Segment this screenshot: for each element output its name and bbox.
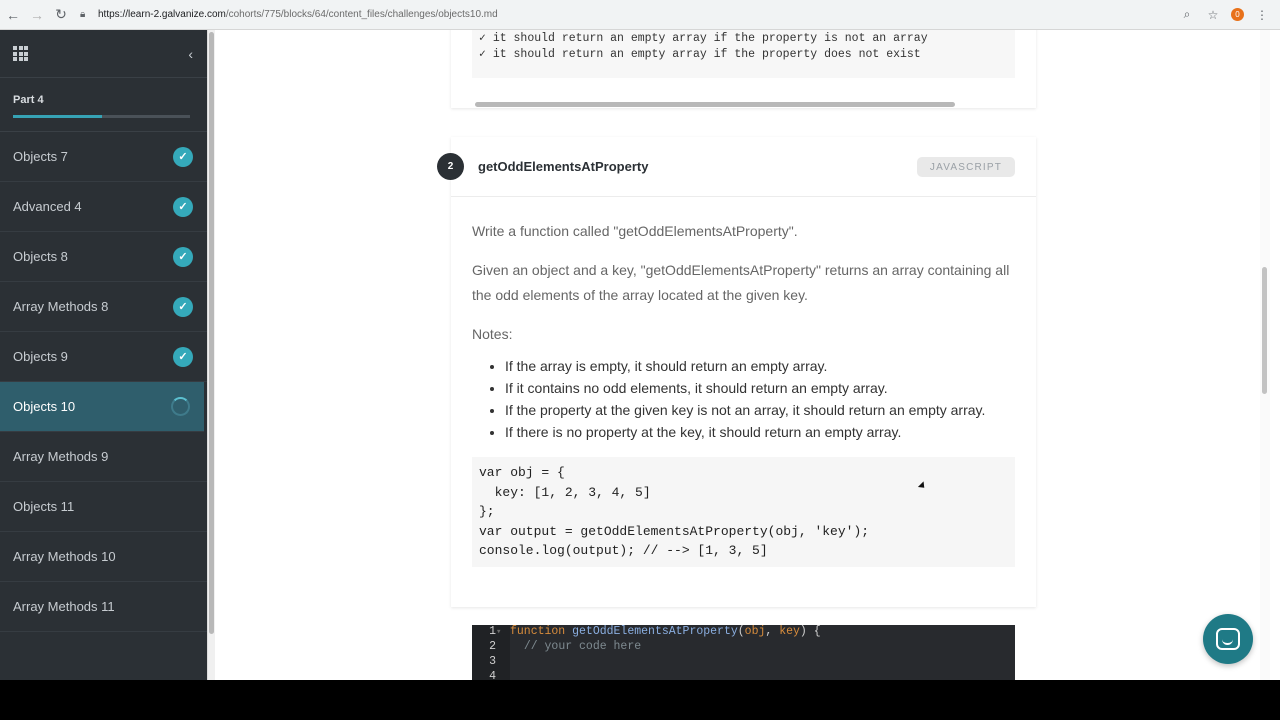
- sidebar-item[interactable]: Objects 8 ✓: [0, 232, 207, 282]
- sidebar-item[interactable]: Array Methods 11: [0, 582, 207, 632]
- sidebar-header: ‹: [0, 30, 207, 78]
- sidebar-item[interactable]: Advanced 4 ✓: [0, 182, 207, 232]
- code-line: var output = getOddElementsAtProperty(ob…: [479, 523, 870, 539]
- collapse-chevron-icon[interactable]: ‹: [188, 46, 193, 62]
- sidebar-item-label: Array Methods 9: [13, 449, 109, 464]
- forward-arrow-icon[interactable]: →: [26, 4, 48, 26]
- note-item: If it contains no odd elements, it shoul…: [505, 377, 1015, 399]
- test-results: ✓ it should return an empty array if the…: [472, 30, 1015, 78]
- sidebar-item-label: Array Methods 10: [13, 549, 116, 564]
- code-line: var obj = {: [479, 465, 565, 480]
- code-editor[interactable]: 1▾ function getOddElementsAtProperty(obj,…: [472, 625, 1015, 680]
- editor-line[interactable]: 2 // your code here: [472, 640, 641, 655]
- editor-line[interactable]: 3: [472, 655, 496, 670]
- lock-icon: 🔒︎: [80, 8, 86, 20]
- checkmark-icon: ✓: [173, 346, 193, 367]
- checkmark-icon: ✓: [173, 246, 193, 267]
- challenge-number-badge: 2: [437, 153, 464, 180]
- sidebar-scrollbar-thumb[interactable]: [209, 32, 214, 634]
- bookmark-star-icon[interactable]: ☆: [1205, 7, 1221, 23]
- challenge-header: 2 getOddElementsAtProperty JAVASCRIPT: [437, 137, 1036, 197]
- note-item: If the property at the given key is not …: [505, 399, 1015, 421]
- code-line: console.log(output); // --> [1, 3, 5]: [479, 543, 768, 558]
- language-badge: JAVASCRIPT: [917, 157, 1015, 177]
- sidebar-item[interactable]: Objects 10: [0, 382, 204, 432]
- code-line: key: [1, 2, 3, 4, 5]: [479, 484, 651, 500]
- challenge-title: getOddElementsAtProperty: [478, 159, 649, 174]
- reload-icon[interactable]: ↻: [50, 4, 72, 26]
- challenge-card: 2 getOddElementsAtProperty JAVASCRIPT Wr…: [437, 137, 1036, 607]
- checkmark-icon: ✓: [173, 196, 193, 217]
- previous-challenge-card: ✓ it should return an empty array if the…: [451, 30, 1036, 108]
- page-scrollbar[interactable]: [1260, 30, 1270, 680]
- editor-line[interactable]: 4: [472, 670, 496, 680]
- letterbox-bar: [0, 680, 1280, 720]
- note-item: If there is no property at the key, it s…: [505, 421, 1015, 443]
- sidebar-item[interactable]: Objects 11: [0, 482, 207, 532]
- sidebar-item-label: Objects 10: [13, 399, 76, 414]
- part-section: Part 4: [0, 78, 207, 132]
- challenge-description: Given an object and a key, "getOddElemen…: [472, 262, 1010, 303]
- sidebar-item[interactable]: Objects 9 ✓: [0, 332, 207, 382]
- checkmark-icon: ✓: [173, 296, 193, 317]
- main-content: ✓ it should return an empty array if the…: [215, 30, 1270, 680]
- sidebar-item-label: Objects 8: [13, 249, 68, 264]
- sidebar-item[interactable]: Array Methods 9: [0, 432, 207, 482]
- browser-toolbar: ← → ↻ 🔒︎ https://learn-2.galvanize.com/c…: [0, 0, 1280, 30]
- sidebar-scrollbar[interactable]: [207, 30, 215, 680]
- apps-grid-icon[interactable]: [13, 46, 28, 61]
- zoom-icon[interactable]: ⌕: [1179, 7, 1195, 23]
- sidebar-item[interactable]: Array Methods 8 ✓: [0, 282, 207, 332]
- page: ‹ Part 4 Objects 7 ✓ Advanced 4 ✓ Objects 8 ✓…: [0, 30, 1280, 680]
- part-progress-bar: [13, 115, 190, 118]
- example-code-block: var obj = { key: [1, 2, 3, 4, 5] }; var …: [472, 457, 1015, 567]
- sidebar-list: Objects 7 ✓ Advanced 4 ✓ Objects 8 ✓ Array Met…: [0, 132, 207, 632]
- sidebar-item-label: Array Methods 11: [13, 599, 115, 614]
- sidebar-item-label: Objects 11: [13, 499, 75, 514]
- code-line: };: [479, 504, 495, 519]
- sidebar-item[interactable]: Array Methods 10: [0, 532, 207, 582]
- back-arrow-icon[interactable]: ←: [2, 4, 24, 26]
- chat-launcher-button[interactable]: [1203, 614, 1253, 664]
- menu-dots-icon[interactable]: ⋮: [1254, 7, 1270, 23]
- sidebar: ‹ Part 4 Objects 7 ✓ Advanced 4 ✓ Objects 8 ✓…: [0, 30, 207, 680]
- chat-bubble-icon: [1216, 628, 1240, 650]
- checkmark-icon: ✓: [173, 146, 193, 167]
- editor-line[interactable]: 1▾ function getOddElementsAtProperty(obj,…: [472, 625, 821, 640]
- in-progress-icon: [171, 397, 190, 416]
- sidebar-item-label: Array Methods 8: [13, 299, 109, 314]
- part-label: Part 4: [13, 94, 44, 106]
- challenge-intro: Write a function called "getOddElementsA…: [472, 223, 798, 239]
- note-item: If the array is empty, it should return …: [505, 355, 1015, 377]
- extension-icon[interactable]: 0: [1231, 8, 1244, 21]
- address-bar[interactable]: 🔒︎ https://learn-2.galvanize.com/cohorts…: [80, 4, 1179, 26]
- page-scrollbar-thumb[interactable]: [1262, 267, 1267, 394]
- challenge-body: Write a function called "getOddElementsA…: [451, 197, 1036, 567]
- notes-label: Notes:: [472, 326, 513, 342]
- sidebar-item-label: Objects 9: [13, 349, 68, 364]
- url-text: https://learn-2.galvanize.com/cohorts/77…: [98, 9, 498, 20]
- sidebar-item[interactable]: Objects 7 ✓: [0, 132, 207, 182]
- notes-list: If the array is empty, it should return …: [472, 355, 1015, 443]
- test-result-line: ✓ it should return an empty array if the…: [479, 32, 928, 45]
- part-progress-fill: [13, 115, 102, 118]
- sidebar-item-label: Objects 7: [13, 149, 68, 164]
- test-result-line: ✓ it should return an empty array if the…: [479, 48, 921, 61]
- sidebar-item-label: Advanced 4: [13, 199, 82, 214]
- test-results-scrollbar[interactable]: [475, 102, 955, 107]
